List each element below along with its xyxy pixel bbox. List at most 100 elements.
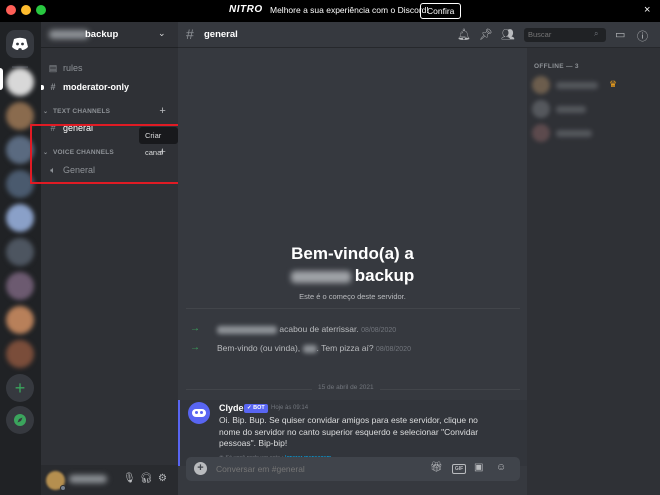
home-button[interactable] xyxy=(6,30,34,58)
message-author[interactable]: Clyde xyxy=(219,403,244,413)
username-redacted xyxy=(302,344,317,353)
selected-server-indicator xyxy=(0,68,3,90)
avatar xyxy=(532,124,550,142)
sticker-icon[interactable]: ▣ xyxy=(474,462,483,473)
member-name-redacted xyxy=(556,82,598,89)
server-icon[interactable] xyxy=(6,68,34,96)
explore-servers-button[interactable] xyxy=(6,406,34,434)
member-group-header: OFFLINE — 3 xyxy=(534,63,579,70)
message-composer: + 🎁︎ GIF ▣ ☺ xyxy=(186,457,520,481)
system-message-suffix: . Tem pizza aí? xyxy=(316,343,374,353)
close-banner-icon[interactable]: × xyxy=(644,4,650,16)
status-indicator xyxy=(60,485,66,491)
category-text-channels[interactable]: ⌄ TEXT CHANNELS + xyxy=(43,105,176,120)
channel-sidebar: backup ⌄ ▤ rules # moderator-only ⌄ TEXT… xyxy=(41,22,178,495)
title-bar: NITRO Melhore a sua experiência com o Di… xyxy=(0,0,660,22)
hash-icon: # xyxy=(186,26,194,42)
member-list: OFFLINE — 3 ♛ xyxy=(527,48,660,495)
message-body: Oi. Bip. Bup. Se quiser convidar amigos … xyxy=(219,415,479,448)
server-icon[interactable] xyxy=(6,340,34,368)
search-icon: ⌕ xyxy=(594,29,599,38)
server-icon[interactable] xyxy=(6,306,34,334)
avatar[interactable] xyxy=(188,402,210,424)
add-server-button[interactable]: + xyxy=(6,374,34,402)
emoji-icon[interactable]: ☺ xyxy=(496,462,506,473)
close-window-button[interactable] xyxy=(6,5,16,15)
server-header[interactable]: backup ⌄ xyxy=(41,22,178,48)
settings-icon[interactable]: ⚙ xyxy=(158,473,167,484)
hash-icon: # xyxy=(50,82,56,92)
maximize-window-button[interactable] xyxy=(36,5,46,15)
confira-button[interactable]: Confira xyxy=(420,3,462,19)
discord-logo-icon xyxy=(12,37,28,50)
help-icon[interactable]: ⓘ xyxy=(637,28,648,44)
channel-header: # general 🔔︎ 📌︎ 👥︎ ⌕ ▭ ⓘ xyxy=(178,22,660,48)
system-message-text: acabou de aterrissar. 08/08/2020 xyxy=(217,324,396,334)
crown-icon: ♛ xyxy=(609,79,618,89)
compass-icon xyxy=(14,414,26,426)
member-item[interactable] xyxy=(532,76,652,96)
username-redacted xyxy=(69,475,107,483)
server-icon[interactable] xyxy=(6,272,34,300)
members-icon[interactable]: 👥︎ xyxy=(501,28,515,41)
server-rail: + xyxy=(0,22,41,495)
system-message: → acabou de aterrissar. 08/08/2020 xyxy=(190,323,520,337)
member-item[interactable] xyxy=(532,100,652,120)
message-timestamp: Hoje às 09:14 xyxy=(271,405,309,411)
join-arrow-icon: → xyxy=(190,342,200,353)
system-message-text: Bem-vindo (ou vinda), . Tem pizza aí? 08… xyxy=(217,343,411,353)
pin-icon[interactable]: 📌︎ xyxy=(479,28,493,41)
chevron-down-icon: ⌄ xyxy=(43,109,49,115)
discord-app: NITRO Melhore a sua experiência com o Di… xyxy=(0,0,660,495)
nitro-logo: NITRO xyxy=(229,4,263,15)
channel-rules[interactable]: ▤ rules xyxy=(47,60,173,76)
system-message-prefix: Bem-vindo (ou vinda), xyxy=(217,343,301,353)
message-input[interactable] xyxy=(216,463,416,475)
mic-icon[interactable]: 🎙︎ xyxy=(123,473,136,484)
server-name: backup xyxy=(85,29,119,40)
rules-icon: ▤ xyxy=(48,62,58,73)
user-panel: 🎙︎ 🎧︎ ⚙ xyxy=(41,465,178,495)
welcome-title: Bem-vindo(a) a xyxy=(291,244,414,263)
minimize-window-button[interactable] xyxy=(21,5,31,15)
chevron-down-icon: ⌄ xyxy=(158,28,166,38)
server-icon[interactable] xyxy=(6,204,34,232)
upload-button[interactable]: + xyxy=(194,462,207,475)
server-icon[interactable] xyxy=(6,238,34,266)
server-name-redacted xyxy=(49,30,89,39)
timestamp: 08/08/2020 xyxy=(361,327,397,334)
create-text-channel-button[interactable]: + xyxy=(159,105,166,117)
member-name-redacted xyxy=(556,106,586,113)
channel-label: rules xyxy=(63,63,83,73)
username-redacted xyxy=(217,325,277,334)
divider xyxy=(186,308,520,309)
headphones-icon[interactable]: 🎧︎ xyxy=(140,473,153,484)
inbox-icon[interactable]: ▭ xyxy=(615,28,625,41)
avatar xyxy=(532,100,550,118)
unread-indicator xyxy=(41,85,44,90)
welcome-server-name: backup xyxy=(178,266,527,286)
welcome-subtitle: Este é o começo deste servidor. xyxy=(299,292,406,301)
member-item[interactable] xyxy=(532,124,652,144)
system-message: → Bem-vindo (ou vinda), . Tem pizza aí? … xyxy=(190,342,520,356)
category-label: TEXT CHANNELS xyxy=(53,108,111,115)
timestamp: 08/08/2020 xyxy=(375,346,411,353)
chat-area: # general 🔔︎ 📌︎ 👥︎ ⌕ ▭ ⓘ Bem-vindo(a) a … xyxy=(178,22,660,495)
join-arrow-icon: → xyxy=(190,323,200,334)
highlight-annotation-box xyxy=(30,124,198,184)
member-name-redacted xyxy=(556,130,592,137)
clyde-bot-icon xyxy=(192,409,206,417)
nitro-promo-text: Melhore a sua experiência com o Discord! xyxy=(270,5,429,15)
server-name-redacted xyxy=(290,270,351,283)
channel-title: general xyxy=(204,29,238,40)
plus-icon: + xyxy=(14,377,26,398)
bell-icon[interactable]: 🔔︎ xyxy=(457,28,471,41)
welcome-server-name-text: backup xyxy=(354,266,415,285)
window-controls xyxy=(6,5,46,15)
date-divider-label: 15 de abril de 2021 xyxy=(312,384,380,391)
gif-icon[interactable]: GIF xyxy=(452,464,466,474)
bot-badge: ✓ BOT xyxy=(244,404,268,413)
channel-moderator-only[interactable]: # moderator-only xyxy=(47,79,173,95)
system-message-body: acabou de aterrissar. xyxy=(279,324,359,334)
gift-icon[interactable]: 🎁︎ xyxy=(430,462,443,473)
